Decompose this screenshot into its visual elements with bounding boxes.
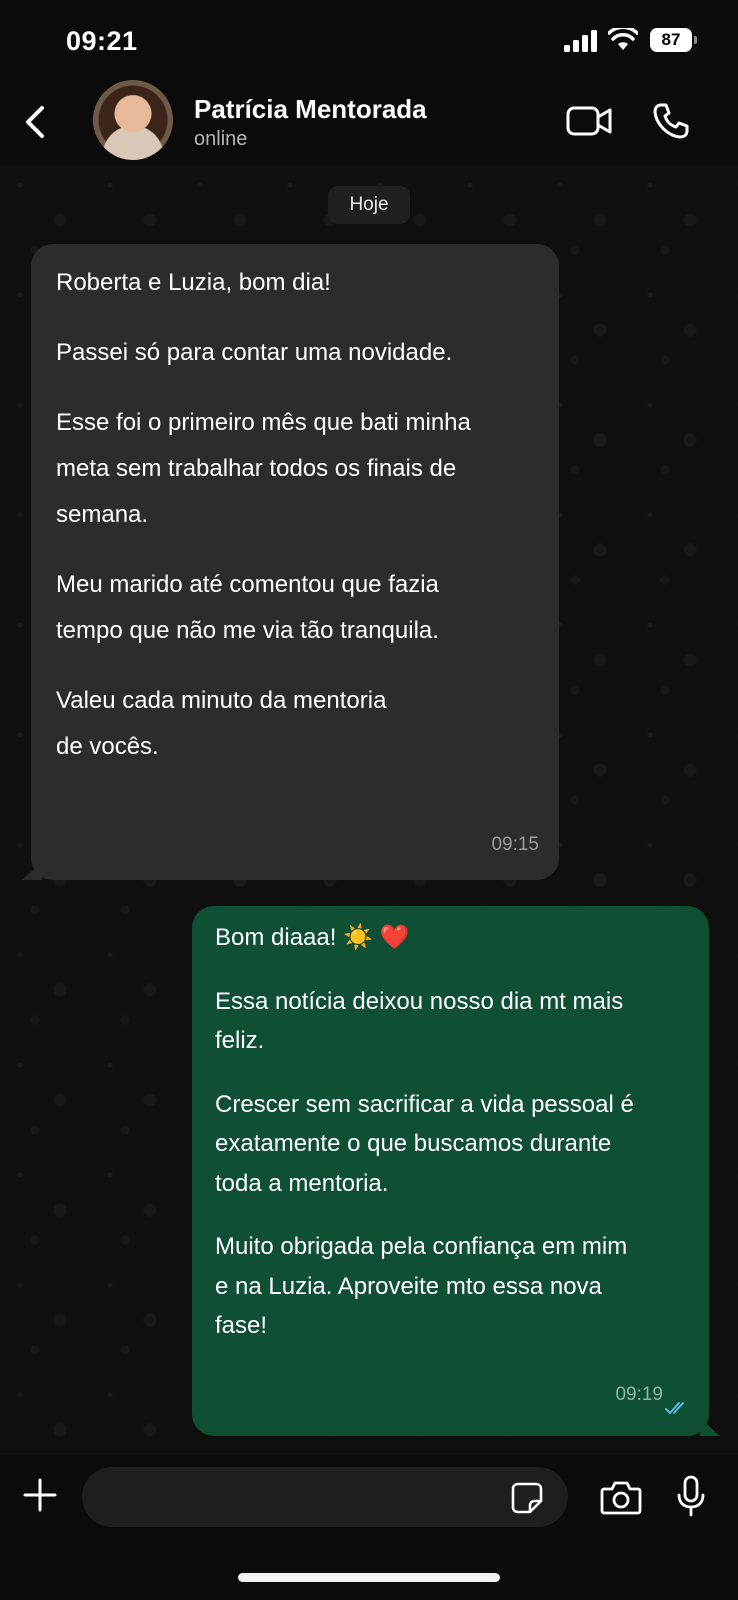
message-line bbox=[56, 306, 546, 330]
message-line: toda a mentoria. bbox=[215, 1169, 389, 1197]
chat-header: Patrícia Mentorada online bbox=[0, 80, 738, 165]
message-timestamp: 09:15 bbox=[491, 834, 539, 855]
contact-name[interactable]: Patrícia Mentorada bbox=[194, 94, 427, 125]
message-line: Bom diaaa! ☀️ ❤️ bbox=[215, 924, 410, 951]
battery-level: 87 bbox=[650, 28, 692, 52]
phone-icon[interactable] bbox=[652, 102, 690, 140]
message-line bbox=[56, 654, 546, 678]
video-call-icon[interactable] bbox=[566, 104, 612, 138]
message-line: exatamente o que buscamos durante bbox=[215, 1130, 612, 1157]
composer-bar bbox=[0, 1455, 738, 1600]
message-line: Passei só para contar uma novidade. bbox=[56, 339, 453, 366]
message-line: Valeu cada minuto da mentoria bbox=[56, 687, 387, 714]
message-line: e na Luzia. Aproveite mto essa nova bbox=[215, 1272, 602, 1300]
message-timestamp: 09:19 bbox=[615, 1384, 663, 1405]
message-line: meta sem trabalhar todos os finais de bbox=[56, 455, 457, 482]
incoming-message-text: Roberta e Luzia, bom dia! Passei só para… bbox=[56, 260, 546, 770]
message-line bbox=[215, 958, 695, 982]
outgoing-message-bubble[interactable]: Bom diaaa! ☀️ ❤️ Essa notícia deixou nos… bbox=[192, 906, 709, 1436]
message-line: Muito obrigada pela confiança em mim bbox=[215, 1233, 628, 1260]
read-receipt-icon bbox=[665, 1402, 684, 1414]
message-line: Esse foi o primeiro mês que bati minha bbox=[56, 409, 471, 436]
message-line: Meu marido até comentou que fazia bbox=[56, 571, 439, 598]
outgoing-message-text: Bom diaaa! ☀️ ❤️ Essa notícia deixou nos… bbox=[215, 918, 695, 1346]
contact-avatar[interactable] bbox=[93, 80, 173, 160]
message-line: tempo que não me via tão tranquila. bbox=[56, 617, 439, 644]
plus-icon[interactable] bbox=[22, 1477, 58, 1513]
message-input[interactable] bbox=[82, 1467, 568, 1527]
microphone-icon[interactable] bbox=[676, 1475, 706, 1517]
battery-tip bbox=[694, 36, 697, 44]
home-indicator bbox=[238, 1573, 500, 1582]
message-line bbox=[56, 376, 546, 400]
message-line: Roberta e Luzia, bom dia! bbox=[56, 269, 331, 296]
message-line bbox=[215, 1061, 695, 1085]
back-chevron-icon[interactable] bbox=[20, 102, 52, 142]
cellular-signal-icon bbox=[564, 30, 597, 52]
sticker-icon[interactable] bbox=[510, 1481, 544, 1515]
message-line: feliz. bbox=[215, 1027, 265, 1054]
status-time: 09:21 bbox=[66, 26, 138, 56]
wifi-icon bbox=[608, 28, 638, 50]
message-line: de vocês. bbox=[56, 733, 159, 760]
battery-indicator: 87 bbox=[650, 28, 698, 52]
camera-icon[interactable] bbox=[600, 1479, 642, 1515]
date-separator: Hoje bbox=[328, 186, 410, 224]
message-line: fase! bbox=[215, 1312, 268, 1339]
status-bar: 09:21 87 bbox=[0, 0, 738, 80]
message-line: semana. bbox=[56, 501, 149, 528]
message-line bbox=[56, 538, 546, 562]
contact-status: online bbox=[194, 128, 248, 150]
message-line bbox=[215, 1203, 695, 1227]
message-line: Crescer sem sacrificar a vida pessoal é bbox=[215, 1090, 634, 1118]
incoming-message-bubble[interactable]: Roberta e Luzia, bom dia! Passei só para… bbox=[31, 244, 559, 880]
message-line: Essa notícia deixou nosso dia mt mais bbox=[215, 987, 624, 1015]
